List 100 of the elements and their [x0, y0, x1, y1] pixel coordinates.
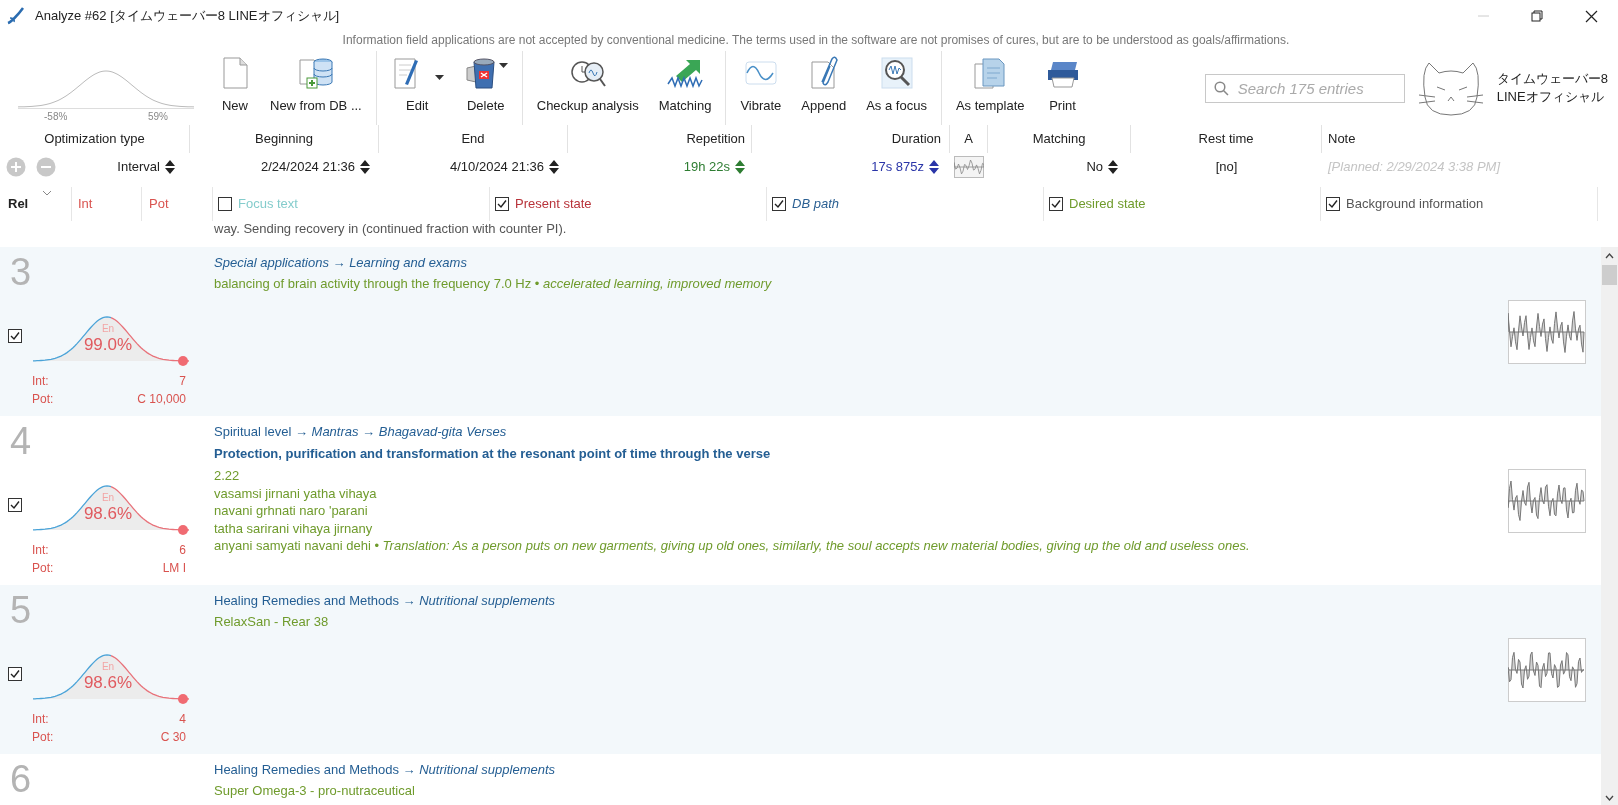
checkbox[interactable] — [218, 197, 232, 211]
brand-text: タイムウェーバー8 — [1496, 70, 1608, 88]
column-header[interactable]: Int — [78, 194, 93, 214]
setting-value: [no] — [1215, 158, 1238, 177]
search-icon — [1213, 80, 1229, 96]
toolbar-button[interactable]: Checkup analysis — [526, 51, 649, 125]
entry-number: 4 — [9, 421, 33, 461]
energy-label: En — [101, 492, 115, 504]
axis-label: -58% — [44, 110, 68, 124]
checkbox[interactable] — [1326, 197, 1340, 211]
filter-label: Desired state — [1069, 195, 1146, 214]
column-header: Note — [1328, 130, 1356, 149]
spinner[interactable]: 4/10/2024 21:36 — [450, 157, 560, 177]
up-down-arrows-icon — [164, 159, 176, 175]
entry-number: 6 — [9, 759, 33, 799]
entry-row[interactable]: 5 En 98.6% Int: 4 Pot: C 30 Healing Remedies and Methods → Nutritional supplements RelaxSan - Rear 38 — [0, 585, 1601, 754]
pot-label: Pot: — [32, 560, 54, 577]
checkbox[interactable] — [8, 667, 22, 681]
up-down-arrows-icon — [359, 159, 371, 175]
entry-text: tatha sarirani vihaya jirnany — [214, 519, 374, 537]
chevron-down-icon[interactable] — [1605, 795, 1614, 801]
toolbar-button[interactable]: Delete — [453, 51, 518, 125]
entry-number: 5 — [9, 590, 33, 630]
entry-row[interactable]: 3 En 99.0% Int: 7 Pot: C 10,000 Special applications → Learning and exams balancing of brain activity through the frequency 7.0 Hz • accelerated learning, improved memory — [0, 247, 1601, 416]
waveform-thumbnail[interactable] — [1508, 468, 1586, 533]
int-value: 4 — [179, 711, 186, 728]
energy-label: En — [101, 323, 115, 335]
bin-icon — [463, 55, 498, 90]
entry-text: vasamsi jirnani yatha vihaya — [214, 484, 378, 502]
entry-text: anyani samyati navani dehi • Translation: As a person puts on new garments, giving up old ones, similarly, the soul accepts new material bodies, giving up the old and useless ones. — [214, 537, 1251, 555]
int-label: Int: — [32, 711, 49, 728]
database-icon — [297, 55, 334, 90]
up-down-arrows-icon — [928, 159, 940, 175]
scrollbar[interactable] — [1601, 247, 1618, 805]
toolbar-button[interactable]: New from DB ... — [260, 51, 372, 125]
chevron-up-icon[interactable] — [1605, 253, 1614, 259]
toolbar-button[interactable]: Edit — [380, 51, 454, 125]
filter-label: Focus text — [238, 195, 298, 214]
magnifier-icon — [879, 55, 914, 90]
int-value: 7 — [179, 373, 186, 390]
filter-label: Background information — [1346, 195, 1484, 214]
disclaimer-text: Information field applications are not accepted by conventional medicine. The terms used in the software are not promises of cures, but are to be understood as goals/affirmations. — [341, 32, 1290, 49]
toolbar-button[interactable]: As template — [945, 51, 1035, 125]
column-header[interactable]: Pot — [149, 194, 169, 214]
db-path: Spiritual level → Mantras → Bhagavad-gita Verses — [214, 423, 508, 441]
up-down-arrows-icon — [734, 159, 746, 175]
toolbar-button[interactable]: Print — [1034, 51, 1091, 125]
spinner[interactable]: 2/24/2024 21:36 — [261, 157, 371, 177]
checkbox[interactable] — [772, 197, 786, 211]
toolbar-button[interactable]: Append — [791, 51, 857, 125]
column-header: A — [964, 130, 973, 149]
up-down-arrows-icon — [548, 159, 560, 175]
waveform-thumbnail[interactable] — [1508, 637, 1586, 702]
entry-text: RelaxSan - Rear 38 — [214, 613, 330, 631]
up-down-arrows-icon — [1107, 159, 1119, 175]
entry-title: Protection, purification and transformation at the resonant point of time through the verse — [214, 445, 772, 463]
toolbar-button[interactable]: New — [210, 51, 260, 125]
filter-label: Present state — [515, 195, 592, 214]
column-header: Rest time — [1198, 130, 1254, 149]
pot-label: Pot: — [32, 391, 54, 408]
column-header[interactable]: Rel — [8, 194, 29, 214]
checkbox[interactable] — [495, 197, 509, 211]
percentage-value: 99.0% — [83, 335, 133, 355]
entry-text: Super Omega-3 - pro-nutraceutical — [214, 782, 416, 800]
checkbox[interactable] — [8, 498, 22, 512]
entry-text: navani grhnati naro 'parani — [214, 502, 369, 520]
energy-label: En — [101, 661, 115, 673]
checkbox[interactable] — [1049, 197, 1063, 211]
spinner[interactable]: Interval — [117, 157, 176, 177]
scrollbar-thumb[interactable] — [1602, 265, 1617, 285]
spinner[interactable]: 17s 875z — [871, 157, 940, 177]
brand-text: LINEオフィシャル — [1496, 88, 1605, 106]
toolbar-button[interactable]: Vibrate — [730, 51, 792, 125]
app-icon — [6, 6, 26, 26]
filter-label: DB path — [792, 195, 839, 214]
column-header: Repetition — [686, 130, 745, 149]
column-header: Matching — [1032, 130, 1086, 149]
waveform-thumbnail[interactable] — [954, 156, 984, 178]
checkbox[interactable] — [8, 329, 22, 343]
int-label: Int: — [32, 542, 49, 559]
search-field[interactable]: Search 175 entries — [1204, 73, 1405, 103]
spinner[interactable]: No — [1086, 157, 1119, 177]
pot-value: C 10,000 — [137, 391, 186, 408]
db-path: Special applications → Learning and exams — [214, 254, 468, 272]
column-header: End — [461, 130, 485, 149]
column-header: Optimization type — [44, 130, 145, 149]
waveform-thumbnail[interactable] — [1508, 299, 1586, 364]
toolbar-button[interactable]: As a focus — [856, 51, 937, 125]
spinner[interactable]: 19h 22s — [683, 157, 746, 177]
toolbar-button[interactable]: Matching — [648, 51, 722, 125]
restore-icon — [1531, 10, 1543, 22]
entry-text: balancing of brain activity through the frequency 7.0 Hz • accelerated learning, improved memory — [214, 275, 773, 293]
pot-value: C 30 — [160, 729, 186, 746]
document-icon — [220, 55, 250, 90]
column-header: Duration — [891, 130, 941, 149]
db-path: Healing Remedies and Methods → Nutritional supplements — [214, 592, 557, 610]
int-label: Int: — [32, 373, 49, 390]
pot-value: LM I — [162, 560, 186, 577]
pot-label: Pot: — [32, 729, 54, 746]
entry-number: 3 — [9, 252, 33, 292]
